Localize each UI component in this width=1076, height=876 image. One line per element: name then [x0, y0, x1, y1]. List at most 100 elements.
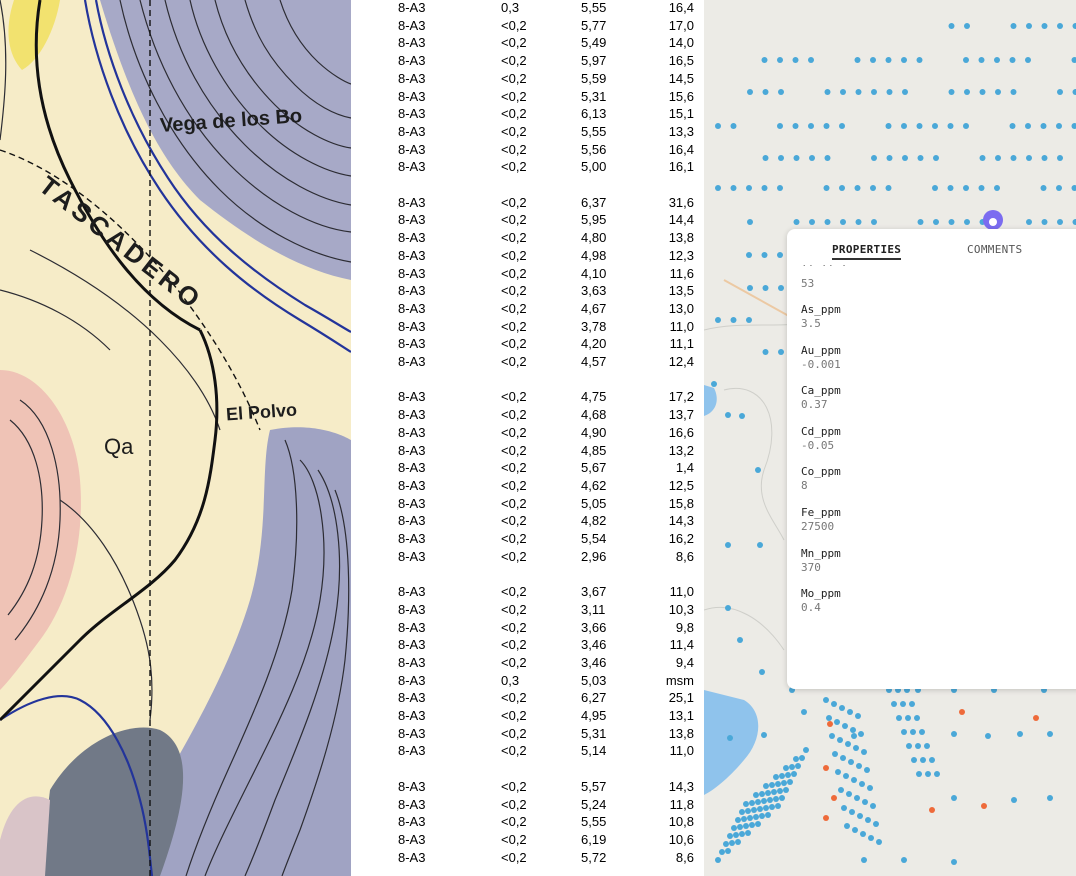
sample-point[interactable] [925, 771, 931, 777]
sample-point[interactable] [832, 751, 838, 757]
sample-point[interactable] [743, 823, 749, 829]
sample-point[interactable] [746, 185, 752, 191]
sample-point[interactable] [885, 57, 892, 63]
sample-point[interactable] [765, 790, 771, 796]
sample-point[interactable] [711, 381, 717, 387]
sample-point[interactable] [856, 763, 862, 769]
sample-point[interactable] [841, 805, 847, 811]
sample-point[interactable] [851, 733, 857, 739]
sample-point[interactable] [1057, 155, 1063, 161]
sample-point[interactable] [824, 89, 831, 95]
sample-point[interactable] [842, 723, 848, 729]
sample-point[interactable] [725, 605, 731, 611]
sample-point[interactable] [924, 743, 930, 749]
sample-point[interactable] [781, 780, 787, 786]
sample-point[interactable] [751, 807, 757, 813]
sample-point[interactable] [901, 57, 907, 63]
sample-point[interactable] [725, 848, 731, 854]
sample-point[interactable] [933, 219, 939, 225]
sample-point[interactable] [959, 709, 965, 715]
sample-point[interactable] [823, 815, 829, 821]
sample-point[interactable] [1033, 715, 1039, 721]
sample-point[interactable] [860, 831, 866, 837]
sample-point[interactable] [851, 777, 857, 783]
sample-point[interactable] [864, 767, 870, 773]
sample-point[interactable] [835, 769, 841, 775]
sample-point[interactable] [947, 123, 954, 129]
sample-point[interactable] [885, 185, 892, 191]
sample-point[interactable] [840, 219, 846, 225]
sample-point[interactable] [916, 771, 922, 777]
sample-point[interactable] [870, 185, 876, 191]
sample-point[interactable] [799, 755, 805, 761]
sample-point[interactable] [862, 799, 868, 805]
sample-point[interactable] [1056, 185, 1062, 191]
sample-point[interactable] [803, 747, 809, 753]
sample-point[interactable] [769, 804, 775, 810]
sample-point[interactable] [761, 798, 767, 804]
sample-point[interactable] [834, 719, 840, 725]
sample-point[interactable] [854, 795, 860, 801]
sample-point[interactable] [838, 787, 844, 793]
sample-point[interactable] [901, 123, 907, 129]
sample-point[interactable] [948, 23, 955, 29]
sample-point[interactable] [1041, 23, 1048, 29]
sample-point[interactable] [775, 781, 781, 787]
sample-point[interactable] [1017, 731, 1023, 737]
sample-point[interactable] [873, 821, 879, 827]
sample-point[interactable] [749, 800, 755, 806]
sample-point[interactable] [909, 701, 915, 707]
sample-point[interactable] [891, 701, 897, 707]
sample-point[interactable] [1026, 23, 1032, 29]
sample-point[interactable] [755, 799, 761, 805]
sample-point[interactable] [777, 123, 783, 129]
sample-point[interactable] [1040, 123, 1047, 129]
sample-point[interactable] [1040, 185, 1047, 191]
sample-point[interactable] [775, 803, 781, 809]
sample-point[interactable] [715, 123, 721, 129]
sample-point[interactable] [947, 185, 954, 191]
sample-point[interactable] [845, 741, 851, 747]
sample-point[interactable] [753, 792, 759, 798]
sample-point[interactable] [727, 735, 733, 741]
sample-point[interactable] [1041, 155, 1048, 161]
tab-properties[interactable]: PROPERTIES [832, 243, 902, 260]
sample-point[interactable] [876, 839, 882, 845]
sample-point[interactable] [762, 285, 769, 291]
sample-point[interactable] [846, 791, 852, 797]
sample-point[interactable] [777, 788, 783, 794]
sample-point[interactable] [1010, 89, 1017, 95]
sample-point[interactable] [743, 801, 749, 807]
sample-point[interactable] [1057, 89, 1063, 95]
sample-point[interactable] [725, 412, 731, 418]
sample-point[interactable] [963, 57, 969, 63]
sample-point[interactable] [826, 715, 832, 721]
sample-point[interactable] [735, 817, 741, 823]
sample-point[interactable] [978, 57, 985, 63]
sample-point[interactable] [837, 737, 843, 743]
tab-comments[interactable]: COMMENTS [967, 243, 1022, 256]
sample-point[interactable] [823, 697, 829, 703]
sample-point[interactable] [783, 787, 789, 793]
sample-point[interactable] [886, 89, 893, 95]
sample-point[interactable] [793, 219, 800, 225]
sample-point[interactable] [985, 733, 991, 739]
sample-point[interactable] [951, 859, 957, 865]
sample-point[interactable] [855, 713, 861, 719]
sample-point[interactable] [919, 729, 925, 735]
sample-point[interactable] [994, 57, 1000, 63]
sample-point[interactable] [1057, 219, 1063, 225]
sample-point[interactable] [739, 831, 745, 837]
sample-point[interactable] [885, 123, 892, 129]
sample-point[interactable] [914, 715, 920, 721]
sample-point[interactable] [793, 155, 800, 161]
sample-point[interactable] [730, 317, 737, 323]
sample-point[interactable] [1010, 155, 1017, 161]
sample-point[interactable] [733, 832, 739, 838]
sample-point[interactable] [848, 759, 854, 765]
sample-point[interactable] [773, 774, 779, 780]
sample-point[interactable] [745, 830, 751, 836]
sample-point[interactable] [759, 813, 765, 819]
sample-point[interactable] [829, 733, 835, 739]
sample-point[interactable] [809, 219, 815, 225]
